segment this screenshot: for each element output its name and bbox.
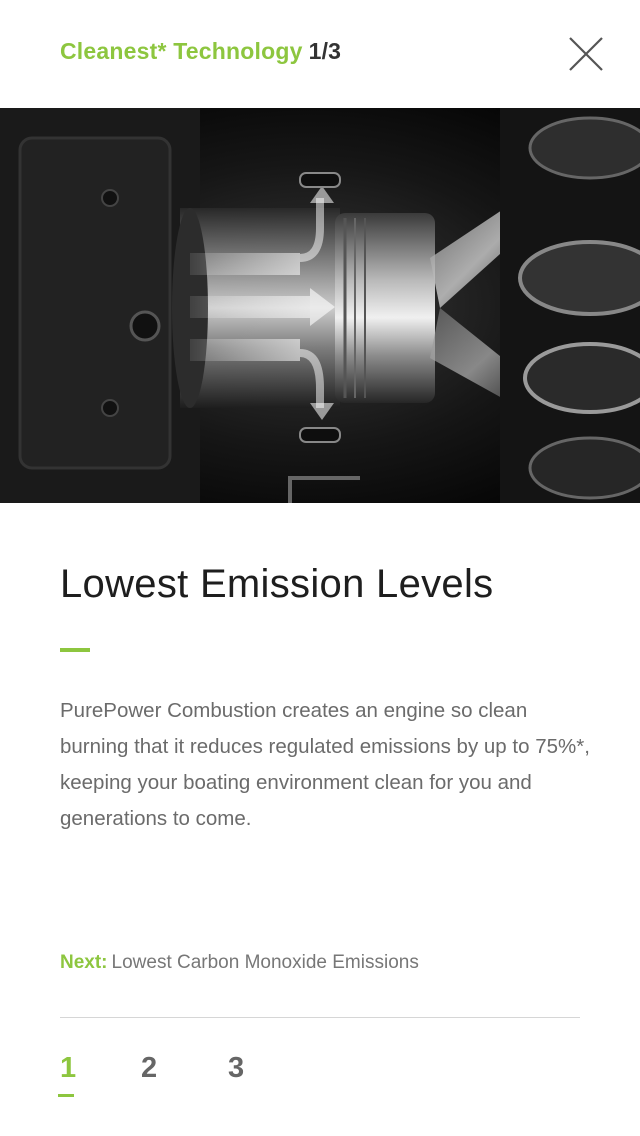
slide-counter: 1/3 — [308, 38, 342, 64]
header: Cleanest* Technology 1/3 — [0, 0, 640, 108]
active-page-indicator — [58, 1094, 74, 1097]
content-title: Lowest Emission Levels — [60, 562, 494, 606]
close-icon — [569, 37, 603, 71]
divider — [60, 1017, 580, 1018]
next-label: Next: — [60, 952, 108, 973]
content-body: PurePower Combustion creates an engine s… — [60, 699, 590, 830]
next-link[interactable]: Next: Lowest Carbon Monoxide Emissions — [60, 952, 419, 974]
next-title: Lowest Carbon Monoxide Emissions — [111, 952, 419, 973]
close-button[interactable] — [566, 34, 606, 74]
page-3-button[interactable]: 3 — [228, 1052, 244, 1085]
page-title: Cleanest* Technology 1/3 — [60, 38, 341, 65]
title-accent-rule — [60, 648, 90, 652]
page-2-button[interactable]: 2 — [141, 1052, 157, 1085]
hero-image — [0, 108, 640, 503]
page-1-button[interactable]: 1 — [60, 1052, 76, 1085]
engine-illustration — [0, 108, 640, 503]
section-title: Cleanest* Technology — [60, 38, 303, 64]
